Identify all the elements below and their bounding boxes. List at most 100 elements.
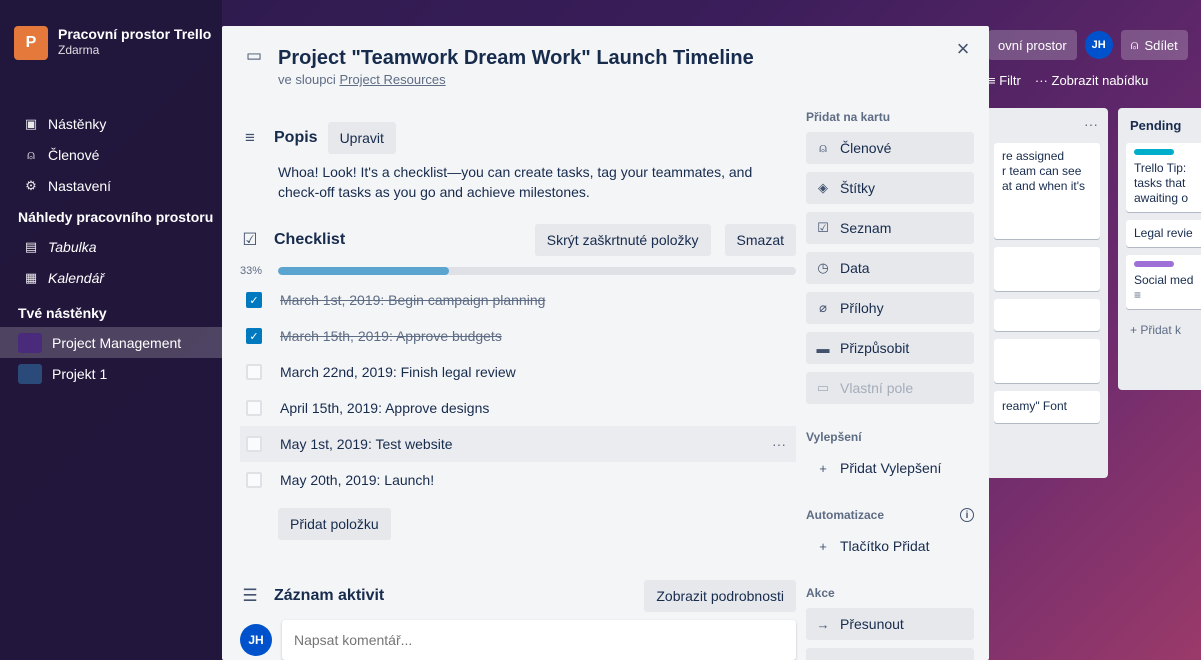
labels-button[interactable]: ◈ Štítky [806, 172, 974, 204]
add-checklist-item-button[interactable]: Přidat položku [278, 508, 391, 540]
add-powerup-button[interactable]: + Přidat Vylepšení [806, 452, 974, 484]
checklist-button[interactable]: ☑ Seznam [806, 212, 974, 244]
sidebar-board-label: Projekt 1 [52, 365, 108, 382]
show-menu-label: Zobrazit nabídku [1051, 72, 1149, 88]
hide-checked-button[interactable]: Skrýt zaškrtnuté položky [534, 224, 711, 256]
card-text: r team can see [1002, 164, 1082, 178]
delete-checklist-button[interactable]: Smazat [724, 224, 796, 256]
cover-button[interactable]: ▬ Přizpůsobit [806, 332, 974, 364]
description-text[interactable]: Whoa! Look! It's a checklist—you can cre… [278, 162, 778, 202]
comment-input[interactable] [282, 620, 796, 660]
sidebar-views-heading: Náhledy pracovního prostoru [18, 209, 214, 225]
card-label [1134, 261, 1174, 267]
automation-heading: Automatizace i [806, 508, 974, 522]
dates-button[interactable]: ◷ Data [806, 252, 974, 284]
sidebar-item-boards[interactable]: ▣ Nástěnky [0, 108, 222, 139]
checklist-title[interactable]: Checklist [274, 231, 345, 249]
sidebar-item-table[interactable]: ▤ Tabulka [0, 231, 222, 262]
checkbox[interactable] [246, 364, 262, 380]
next-action-button[interactable] [806, 648, 974, 660]
powerups-heading: Vylepšení [806, 430, 974, 444]
checkbox[interactable] [246, 436, 262, 452]
add-to-card-label: Přidat na kartu [806, 110, 891, 124]
share-button[interactable]: ⍝ Sdílet [1120, 30, 1188, 60]
workspace-visibility-button[interactable]: ovní prostor [988, 30, 1077, 60]
edit-description-button[interactable]: Upravit [327, 122, 396, 154]
checklist-item-text[interactable]: April 15th, 2019: Approve designs [280, 400, 489, 416]
card-icon: ▭ [245, 46, 263, 65]
list-card[interactable]: re assigned r team can see at and when i… [994, 143, 1100, 239]
add-card-button[interactable]: + Přidat k [1118, 317, 1201, 343]
workspace-header[interactable]: P Pracovní prostor Trello Zdarma [14, 26, 211, 60]
sidebar-board-project-management[interactable]: Project Management [0, 327, 222, 358]
filter-icon: ≡ [988, 72, 996, 88]
sidebar-item-settings[interactable]: ⚙ Nastavení [0, 170, 222, 201]
members-button[interactable]: ⍝ Členové [806, 132, 974, 164]
add-button-automation[interactable]: + Tlačítko Přidat [806, 530, 974, 562]
list-card[interactable]: Social med ≡ [1126, 255, 1201, 309]
button-label: Tlačítko Přidat [840, 538, 930, 554]
sidebar-item-label: Kalendář [48, 269, 105, 286]
checklist-item-text[interactable]: March 22nd, 2019: Finish legal review [280, 364, 516, 380]
show-menu-button[interactable]: ··· Zobrazit nabídku [1035, 73, 1148, 88]
sidebar-item-calendar[interactable]: ▦ Kalendář [0, 262, 222, 293]
checklist-item[interactable]: ✓ March 15th, 2019: Approve budgets [240, 318, 796, 354]
list-card[interactable]: Trello Tip: tasks that awaiting o [1126, 143, 1201, 212]
filter-button[interactable]: ≡ Filtr [988, 73, 1021, 88]
list-card[interactable]: Legal revie [1126, 220, 1201, 247]
avatar[interactable]: JH [240, 624, 272, 656]
checklist-item[interactable]: ✓ March 1st, 2019: Begin campaign plannin… [240, 282, 796, 318]
show-details-button[interactable]: Zobrazit podrobnosti [644, 580, 796, 612]
actions-heading: Akce [806, 586, 974, 600]
board-list-pending: Pending Trello Tip: tasks that awaiting … [1118, 108, 1201, 390]
list-card[interactable]: reamy" Font [994, 391, 1100, 423]
sidebar-board-projekt-1[interactable]: Projekt 1 [0, 358, 222, 389]
description-header: ≡ Popis Upravit [240, 122, 796, 154]
button-label: Štítky [840, 180, 876, 196]
activity-header: ☰ Záznam aktivit Zobrazit podrobnosti [240, 580, 796, 612]
list-card[interactable] [994, 299, 1100, 331]
list-card[interactable] [994, 247, 1100, 291]
card-title[interactable]: Project "Teamwork Dream Work" Launch Tim… [278, 46, 754, 70]
checklist-item-text[interactable]: March 1st, 2019: Begin campaign planning [280, 292, 545, 308]
calendar-icon: ▦ [24, 269, 38, 285]
avatar[interactable]: JH [1084, 31, 1113, 59]
board-icon: ▣ [24, 115, 38, 131]
workspace-plan: Zdarma [58, 43, 100, 57]
share-label: Sdílet [1144, 37, 1178, 53]
card-text: re assigned [1002, 149, 1065, 163]
list-card[interactable] [994, 339, 1100, 383]
checklist-item-text[interactable]: May 1st, 2019: Test website [280, 436, 453, 452]
move-button[interactable]: → Přesunout [806, 608, 974, 640]
filter-label: Filtr [999, 72, 1021, 88]
attachments-button[interactable]: ⌀ Přílohy [806, 292, 974, 324]
checklist-item[interactable]: March 22nd, 2019: Finish legal review [240, 354, 796, 390]
checklist-icon: ☑ [817, 220, 829, 235]
button-label: Data [840, 260, 870, 276]
sidebar-item-members[interactable]: ⍝ Členové [0, 139, 222, 170]
card-text: Social med [1134, 273, 1194, 287]
checklist-item[interactable]: April 15th, 2019: Approve designs [240, 390, 796, 426]
board-list: ··· re assigned r team can see at and wh… [986, 108, 1108, 478]
more-icon: ··· [1034, 72, 1048, 88]
checkbox-checked[interactable]: ✓ [246, 328, 262, 344]
checklist-item-text[interactable]: May 20th, 2019: Launch! [280, 472, 434, 488]
checklist-item[interactable]: May 1st, 2019: Test website ··· [240, 426, 796, 462]
checklist-progress: 33% [240, 264, 796, 278]
close-icon[interactable]: × [951, 38, 975, 62]
checkbox[interactable] [246, 400, 262, 416]
checkbox[interactable] [246, 472, 262, 488]
checklist-item[interactable]: May 20th, 2019: Launch! [240, 462, 796, 498]
list-link[interactable]: Project Resources [339, 72, 445, 87]
custom-fields-button[interactable]: ▭ Vlastní pole [806, 372, 974, 404]
checkbox-checked[interactable]: ✓ [246, 292, 262, 308]
info-icon[interactable]: i [960, 508, 974, 522]
more-icon[interactable]: ··· [772, 436, 786, 452]
list-menu-icon[interactable]: ··· [1084, 116, 1098, 132]
checklist-item-text[interactable]: March 15th, 2019: Approve budgets [280, 328, 502, 344]
progress-fill [278, 267, 449, 275]
tag-icon: ◈ [818, 180, 828, 195]
gear-icon: ⚙ [25, 177, 37, 193]
board-filter-row: ≡ Filtr ··· Zobrazit nabídku [988, 68, 1148, 92]
checklist-icon: ☑ [242, 230, 258, 249]
